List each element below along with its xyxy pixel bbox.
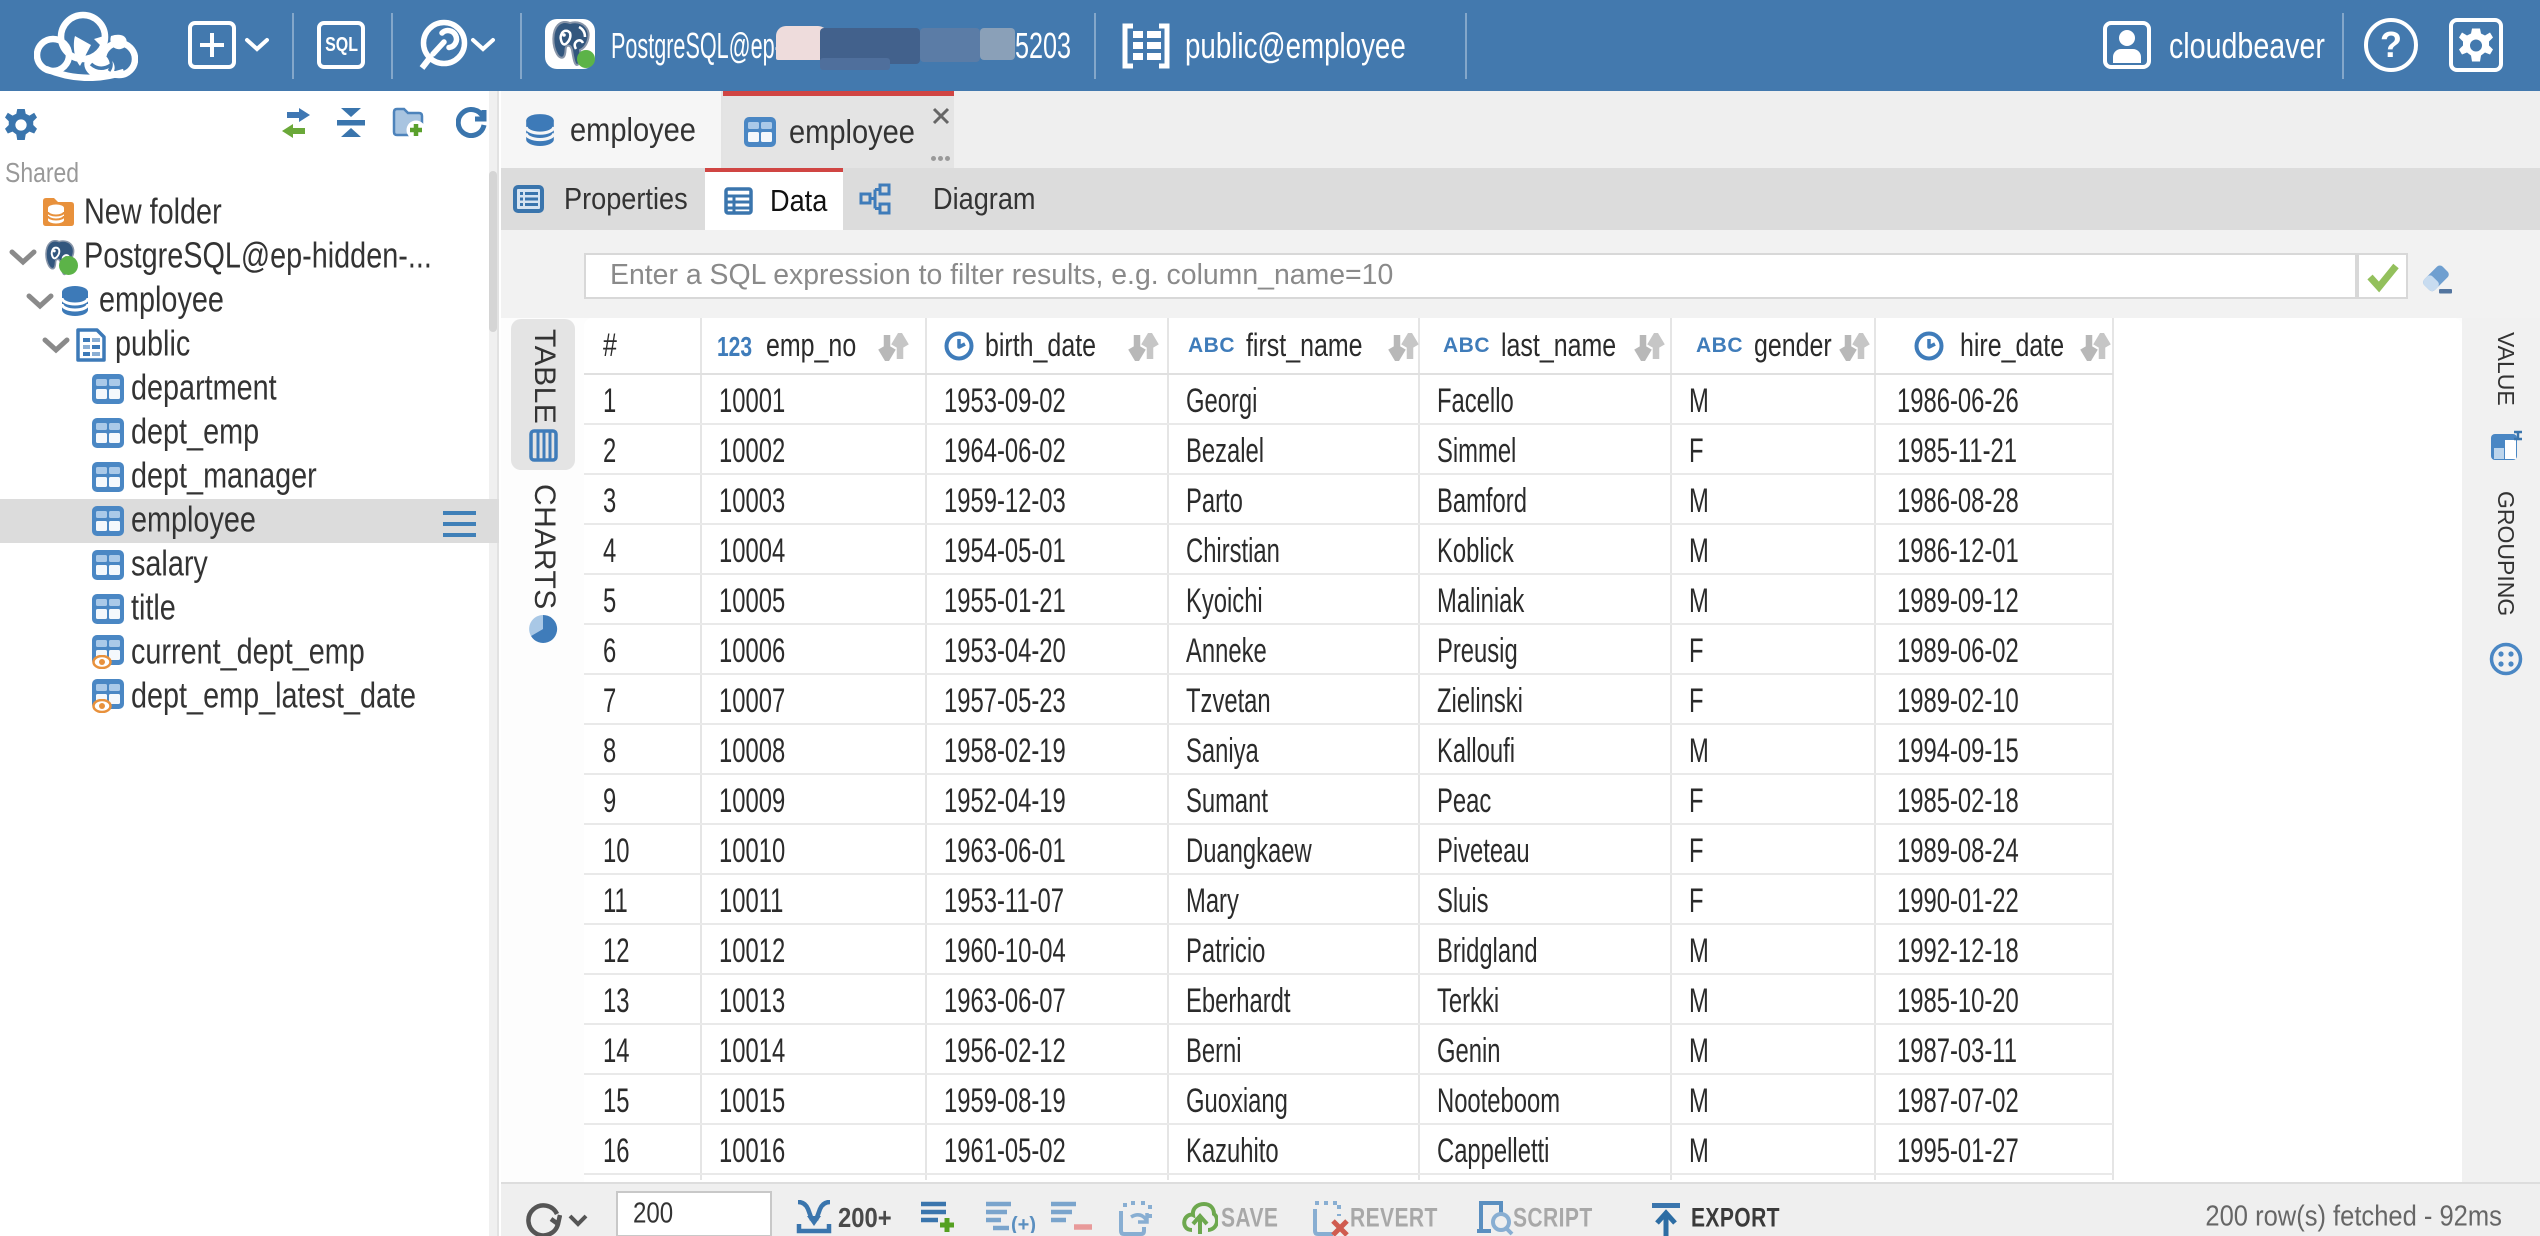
svg-text:(+): (+): [1011, 1214, 1036, 1233]
